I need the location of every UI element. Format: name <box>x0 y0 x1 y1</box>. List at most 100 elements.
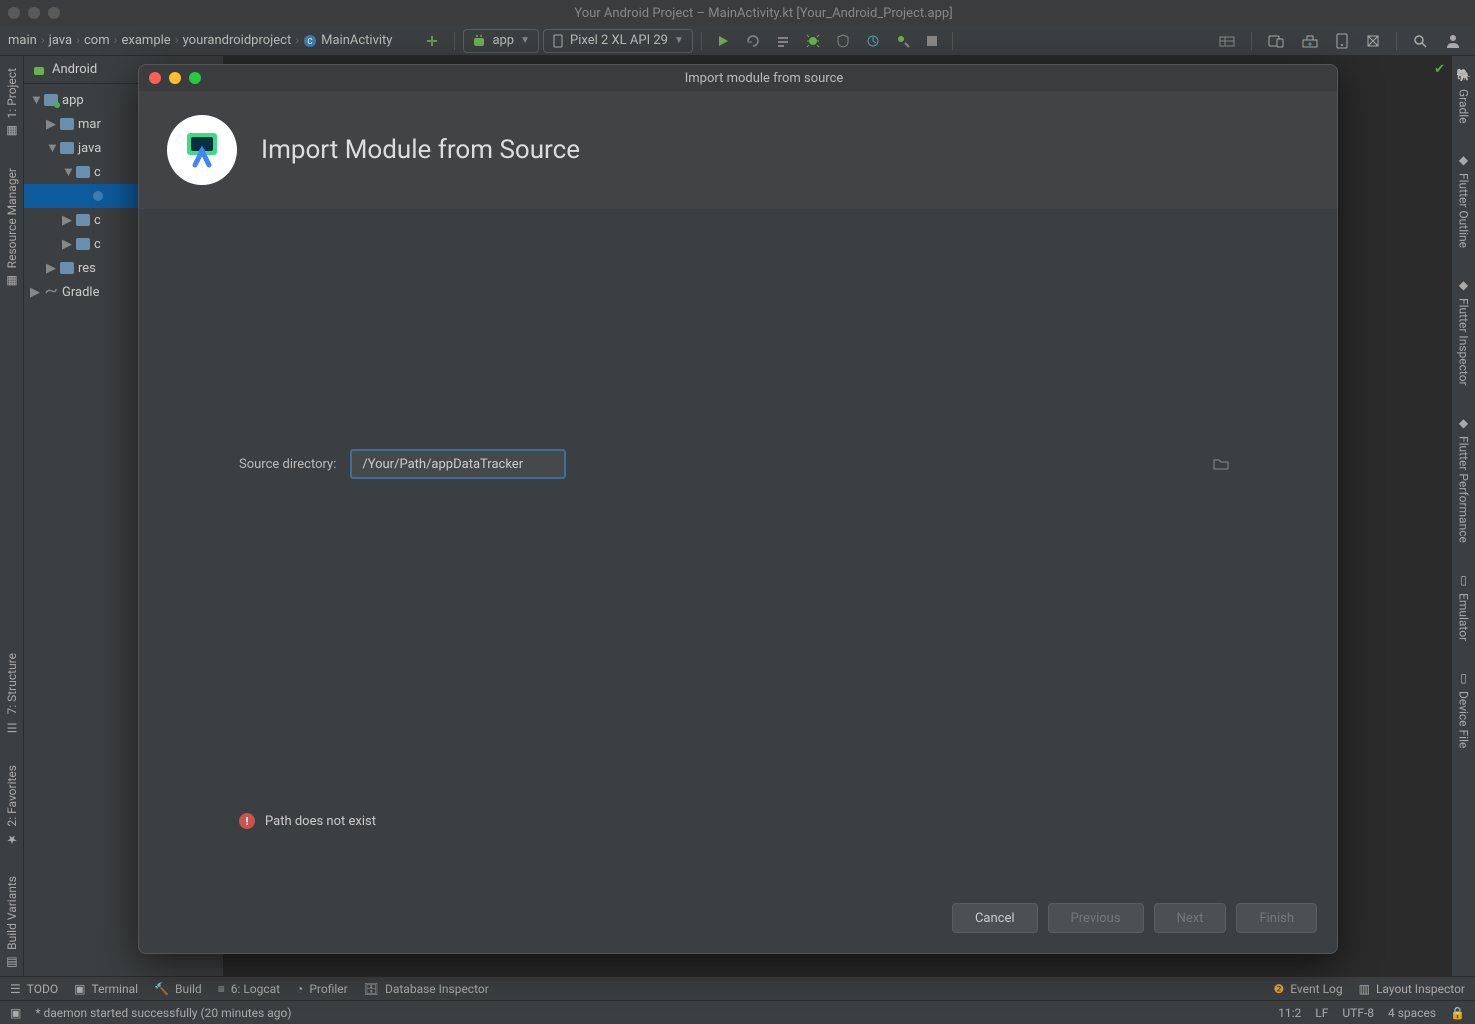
dialog-zoom-dot[interactable] <box>189 72 201 84</box>
cancel-button[interactable]: Cancel <box>952 903 1038 933</box>
gradle-icon: 🐘 <box>1457 68 1471 83</box>
svg-text:C: C <box>308 37 313 46</box>
tool-flutter-inspector[interactable]: ◆Flutter Inspector <box>1455 272 1473 392</box>
warning-badge-icon: ❷ <box>1274 982 1285 996</box>
dialog-footer: Cancel Previous Next Finish <box>139 889 1337 953</box>
sdk-manager-button[interactable] <box>1296 29 1324 53</box>
tool-gradle[interactable]: 🐘Gradle <box>1455 62 1473 129</box>
search-everywhere-button[interactable] <box>1407 29 1433 53</box>
structure-icon: ☰ <box>5 721 19 735</box>
phone-icon <box>552 34 564 48</box>
minimize-dot[interactable] <box>28 7 40 19</box>
breadcrumb-main[interactable]: main <box>8 33 37 48</box>
device-dropdown[interactable]: Pixel 2 XL API 29 ▼ <box>543 29 693 53</box>
resource-icon: ▦ <box>5 275 19 289</box>
package-icon <box>76 214 90 226</box>
android-studio-icon <box>167 115 237 185</box>
sync-gradle-button[interactable] <box>418 29 446 53</box>
browse-folder-icon[interactable] <box>1213 457 1229 471</box>
terminal-icon: ▣ <box>74 982 85 996</box>
package-icon <box>76 238 90 250</box>
dialog-header: Import Module from Source <box>139 91 1337 209</box>
file-encoding[interactable]: UTF-8 <box>1342 1006 1374 1020</box>
zoom-dot[interactable] <box>48 7 60 19</box>
line-separator[interactable]: LF <box>1315 1006 1328 1020</box>
account-button[interactable] <box>1439 29 1467 53</box>
breadcrumb-com[interactable]: com <box>84 33 110 48</box>
import-module-dialog: Import module from source Import Module … <box>138 64 1338 954</box>
breadcrumb-pkg[interactable]: yourandroidproject <box>183 33 292 48</box>
avd-manager-button[interactable] <box>1262 29 1290 53</box>
profiler-icon: ◔ <box>296 982 303 996</box>
source-dir-input[interactable] <box>350 449 566 479</box>
indent-config[interactable]: 4 spaces <box>1388 1006 1436 1020</box>
window-titlebar: Your Android Project – MainActivity.kt [… <box>0 0 1475 26</box>
breadcrumb-java[interactable]: java <box>49 33 72 48</box>
tool-flutter-outline[interactable]: ◆Flutter Outline <box>1455 147 1473 254</box>
window-traffic-lights <box>8 7 60 19</box>
inspection-ok-icon: ✔ <box>1434 62 1445 77</box>
tool-logcat[interactable]: ≡6: Logcat <box>218 982 280 996</box>
dialog-titlebar: Import module from source <box>139 65 1337 91</box>
tool-device-file[interactable]: ▯Device File <box>1455 665 1473 754</box>
status-bar: ▣ * daemon started successfully (20 minu… <box>0 1000 1475 1024</box>
caret-position[interactable]: 11:2 <box>1278 1006 1301 1020</box>
tool-structure[interactable]: ☰7: Structure <box>3 647 21 741</box>
dialog-body: Source directory: ! Path does not exist <box>139 209 1337 889</box>
dialog-close-dot[interactable] <box>149 72 161 84</box>
tool-layout-inspector[interactable]: ▥Layout Inspector <box>1359 982 1465 996</box>
device-label: Pixel 2 XL API 29 <box>570 33 668 48</box>
kotlin-file-icon: C <box>303 34 317 48</box>
tool-flutter-perf[interactable]: ◆Flutter Performance <box>1455 410 1473 549</box>
previous-button[interactable]: Previous <box>1048 903 1144 933</box>
tool-terminal[interactable]: ▣Terminal <box>74 982 138 996</box>
coverage-button[interactable] <box>830 29 856 53</box>
android-head-icon <box>32 63 46 77</box>
app-quality-button[interactable] <box>1360 29 1386 53</box>
attach-debugger-button[interactable] <box>890 29 916 53</box>
flutter-icon: ◆ <box>1457 416 1471 430</box>
lock-icon[interactable]: 🔒 <box>1450 1006 1465 1020</box>
device-manager-button[interactable] <box>1330 29 1354 53</box>
folder-icon <box>60 262 74 274</box>
source-dir-label: Source directory: <box>239 457 336 472</box>
vcs-button[interactable] <box>1213 29 1241 53</box>
finish-button[interactable]: Finish <box>1236 903 1317 933</box>
sidebar-title: Android <box>52 62 97 77</box>
gradle-icon <box>44 285 58 299</box>
run-button[interactable] <box>710 29 736 53</box>
folder-icon <box>60 142 74 154</box>
dialog-title: Import module from source <box>201 71 1327 86</box>
tool-resource-manager[interactable]: ▦Resource Manager <box>3 162 21 294</box>
tool-build-variants[interactable]: ▤Build Variants <box>3 870 21 976</box>
tool-profiler[interactable]: ◔Profiler <box>296 982 348 996</box>
tool-event-log[interactable]: ❷Event Log <box>1274 982 1343 996</box>
module-icon <box>44 94 58 106</box>
tool-emulator[interactable]: ▯Emulator <box>1455 567 1473 647</box>
profiler-button[interactable] <box>860 29 886 53</box>
next-button[interactable]: Next <box>1154 903 1227 933</box>
dialog-traffic-lights <box>149 72 201 84</box>
tool-project[interactable]: ▦1: Project <box>3 62 21 144</box>
apply-code-changes-button[interactable] <box>770 29 796 53</box>
bottom-toolbar: ☰TODO ▣Terminal 🔨Build ≡6: Logcat ◔Profi… <box>0 976 1475 1000</box>
tool-todo[interactable]: ☰TODO <box>10 982 58 996</box>
module-dropdown[interactable]: app ▼ <box>463 29 539 53</box>
main-toolbar: main› java› com› example› yourandroidpro… <box>0 26 1475 56</box>
stop-button[interactable] <box>920 29 944 53</box>
phone-icon: ▯ <box>1457 671 1471 685</box>
status-icon[interactable]: ▣ <box>10 1006 21 1020</box>
tool-db-inspector[interactable]: 🗄Database Inspector <box>364 982 489 996</box>
window-title: Your Android Project – MainActivity.kt [… <box>60 6 1467 21</box>
tool-build[interactable]: 🔨Build <box>154 982 202 996</box>
apply-changes-button[interactable] <box>740 29 766 53</box>
breadcrumb-example[interactable]: example <box>122 33 171 48</box>
logcat-icon: ≡ <box>218 982 225 996</box>
error-icon: ! <box>239 813 255 829</box>
breadcrumb-file[interactable]: MainActivity <box>321 33 392 48</box>
dialog-minimize-dot[interactable] <box>169 72 181 84</box>
package-icon <box>76 166 90 178</box>
close-dot[interactable] <box>8 7 20 19</box>
debug-button[interactable] <box>800 29 826 53</box>
tool-favorites[interactable]: ★2: Favorites <box>3 759 21 853</box>
